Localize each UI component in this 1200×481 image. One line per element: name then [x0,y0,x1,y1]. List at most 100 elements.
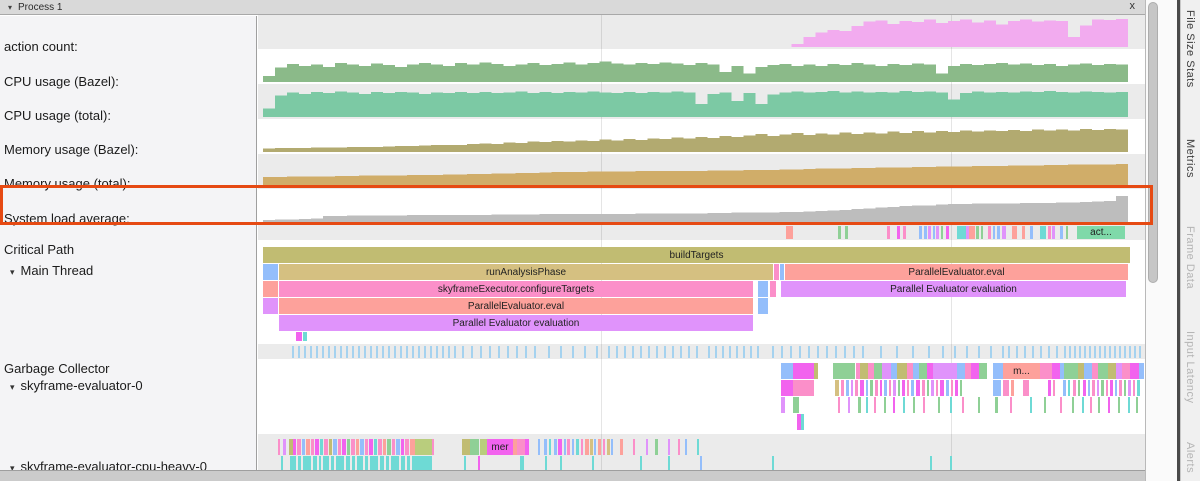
tab-frame-data[interactable]: Frame Data [1184,226,1196,289]
counter-chart-action-count[interactable] [263,18,1128,47]
trace-slice[interactable] [346,456,350,470]
trace-slice[interactable] [281,456,283,470]
track-label-memory-usage-bazel[interactable]: Memory usage (Bazel): [4,142,138,157]
trace-slice[interactable] [1068,380,1070,396]
trace-slice[interactable] [356,439,359,455]
trace-slice[interactable] [903,226,906,239]
trace-slice[interactable] [432,439,434,455]
track-label-cpu-usage-bazel[interactable]: CPU usage (Bazel): [4,74,119,89]
trace-slice[interactable] [875,380,878,396]
trace-slice[interactable] [412,456,432,470]
trace-slice[interactable] [1092,380,1095,396]
trace-slice[interactable] [336,456,344,470]
trace-slice[interactable] [927,380,929,396]
trace-slice[interactable] [911,380,914,396]
trace-slice[interactable] [774,264,779,280]
trace-slice[interactable] [893,380,896,396]
trace-slice[interactable] [781,397,785,413]
trace-slice[interactable] [1128,380,1131,396]
trace-slice[interactable] [793,397,799,413]
trace-slice[interactable] [386,456,389,470]
trace-slice[interactable] [897,226,900,239]
trace-slice[interactable] [870,380,873,396]
trace-slice[interactable] [470,439,479,455]
trace-slice[interactable] [981,226,983,239]
trace-slice[interactable] [838,226,841,239]
trace-slice[interactable] [607,439,610,455]
trace-slice[interactable] [919,226,922,239]
trace-slice[interactable] [351,439,355,455]
trace-slice[interactable] [1048,380,1051,396]
trace-slice[interactable] [884,380,887,396]
trace-slice[interactable]: buildTargets [263,247,1130,263]
trace-slice[interactable] [297,439,301,455]
trace-slice[interactable] [685,439,687,455]
trace-slice[interactable] [590,439,593,455]
trace-slice[interactable] [1011,380,1014,396]
trace-slice[interactable] [293,439,296,455]
trace-slice[interactable] [405,439,409,455]
trace-slice[interactable] [874,363,882,379]
trace-slice[interactable] [576,439,579,455]
trace-slice[interactable] [407,456,410,470]
trace-slice[interactable] [916,380,920,396]
trace-slice[interactable] [1002,226,1006,239]
collapse-arrow-icon[interactable]: ▾ [10,382,15,392]
trace-slice[interactable] [1106,380,1108,396]
trace-slice[interactable] [1010,397,1012,413]
trace-slice[interactable] [938,397,940,413]
trace-slice[interactable] [391,456,399,470]
trace-slice[interactable] [374,439,377,455]
trace-slice[interactable] [946,226,949,239]
trace-slice[interactable] [567,439,570,455]
trace-slice[interactable] [988,226,991,239]
trace-slice[interactable] [603,439,605,455]
trace-slice[interactable] [263,298,278,314]
trace-slice[interactable] [478,456,480,470]
trace-slice[interactable] [462,439,470,455]
trace-slice[interactable] [971,363,979,379]
skyframe-evaluator-cpu-heavy-0-track[interactable]: mer [258,439,1145,470]
trace-slice[interactable] [697,439,699,455]
trace-slice[interactable] [1139,363,1144,379]
trace-slice[interactable] [544,439,547,455]
trace-slice[interactable] [598,439,601,455]
trace-slice[interactable] [564,439,566,455]
trace-slice[interactable] [592,456,594,470]
process-header[interactable]: ▾ Process 1 x [0,0,1145,15]
trace-slice[interactable] [936,380,938,396]
trace-slice[interactable] [1137,380,1140,396]
trace-slice[interactable] [1115,380,1117,396]
trace-slice[interactable] [380,456,384,470]
trace-slice[interactable] [951,380,953,396]
trace-slice[interactable]: m... [1003,363,1040,379]
trace-slice[interactable] [1060,226,1063,239]
trace-slice[interactable] [924,226,927,239]
trace-slice[interactable] [919,363,927,379]
trace-slice[interactable] [845,226,848,239]
trace-slice[interactable] [1048,226,1051,239]
close-icon[interactable]: x [1130,0,1136,12]
trace-slice[interactable] [554,439,557,455]
trace-slice[interactable] [941,226,943,239]
trace-slice[interactable] [1098,397,1100,413]
trace-slice[interactable] [993,226,995,239]
trace-slice[interactable] [1097,380,1099,396]
trace-slice[interactable] [841,380,844,396]
trace-slice[interactable] [770,281,776,297]
trace-slice[interactable] [1040,226,1046,239]
trace-slice[interactable] [401,439,404,455]
trace-slice[interactable] [780,264,784,280]
trace-slice[interactable] [1012,226,1017,239]
trace-slice[interactable] [1082,397,1084,413]
trace-slice[interactable] [893,397,895,413]
trace-slice[interactable] [1072,397,1074,413]
trace-slice[interactable] [401,456,405,470]
trace-slice[interactable] [978,397,980,413]
collapse-arrow-icon[interactable]: ▾ [10,267,15,277]
trace-slice[interactable] [758,298,768,314]
tab-metrics[interactable]: Metrics [1184,139,1196,178]
trace-slice[interactable] [633,439,635,455]
trace-slice[interactable] [290,456,296,470]
track-label-critical-path[interactable]: Critical Path [4,242,74,257]
